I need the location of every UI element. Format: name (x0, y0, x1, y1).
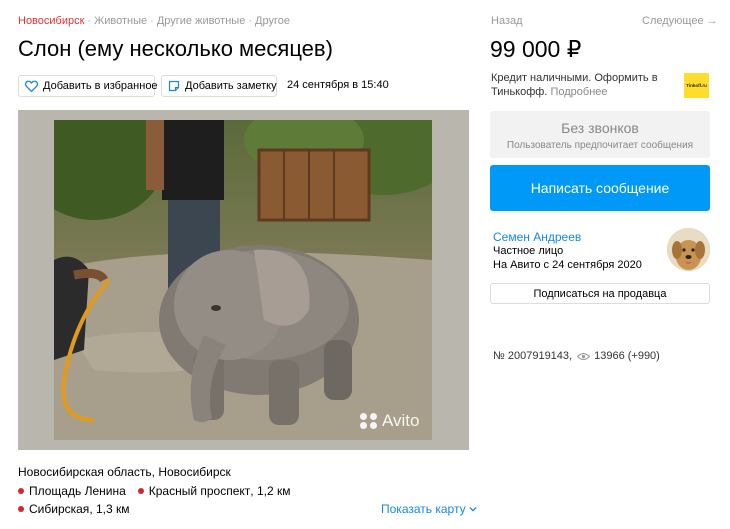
seller-avatar[interactable] (667, 228, 710, 271)
no-calls-notice: Без звонков Пользователь предпочитает со… (490, 111, 710, 158)
tinkoff-logo[interactable]: Tinkoff.ru (684, 73, 709, 98)
breadcrumb: Новосибирск · Животные · Другие животные · Дру… (18, 15, 290, 27)
add-note-label: Добавить заметку (185, 80, 277, 92)
add-note-button[interactable]: Добавить заметку (161, 75, 277, 97)
price: 99 000 ₽ (490, 36, 582, 62)
breadcrumb-item-city[interactable]: Новосибирск (18, 15, 84, 27)
metro-row: Сибирская, 1,3 км (18, 502, 130, 516)
back-link[interactable]: Назад (491, 15, 523, 27)
note-icon (168, 80, 180, 92)
seller-type: Частное лицо (493, 245, 564, 257)
posted-date: 24 сентября в 15:40 (287, 79, 389, 91)
no-calls-subtitle: Пользователь предпочитает сообщения (506, 140, 694, 151)
metro-line-icon (18, 506, 24, 512)
views-count: 13966 (+990) (594, 350, 660, 362)
seller-name-link[interactable]: Семен Андреев (493, 230, 581, 244)
heart-icon (25, 80, 38, 92)
metro-station: Площадь Ленина (29, 484, 126, 498)
ad-number: № 2007919143, (493, 350, 573, 362)
watermark-text: Avito (382, 411, 420, 430)
breadcrumb-separator: · (87, 15, 92, 27)
metro-row: Площадь Ленина Красный проспект, 1,2 км (18, 484, 290, 498)
subscribe-seller-button[interactable]: Подписаться на продавца (490, 283, 710, 304)
write-message-button[interactable]: Написать сообщение (490, 165, 710, 211)
metro-distance: 1,3 км (95, 502, 130, 516)
avito-watermark: Avito (360, 411, 420, 431)
show-map-label: Показать карту (381, 502, 466, 516)
eye-icon (577, 352, 591, 360)
next-link[interactable]: Следующее → (642, 15, 718, 27)
credit-more-link[interactable]: Подробнее (550, 86, 607, 98)
metro-distance: 1,2 км (256, 484, 291, 498)
listing-title: Слон (ему несколько месяцев) (18, 36, 333, 61)
breadcrumb-item-animals[interactable]: Животные (94, 15, 147, 27)
metro-line-icon (137, 488, 144, 494)
avito-logo-icon (360, 413, 378, 429)
dog-avatar-image (667, 228, 710, 271)
chevron-down-icon (468, 506, 477, 512)
breadcrumb-item-other[interactable]: Другое (255, 15, 290, 27)
metro-station: Красный проспект (148, 484, 251, 498)
location-address: Новосибирская область, Новосибирск (18, 465, 231, 479)
ad-stats: № 2007919143, 13966 (+990) (493, 350, 660, 362)
no-calls-title: Без звонков (561, 120, 639, 136)
breadcrumb-item-other-animals[interactable]: Другие животные (157, 15, 246, 27)
add-to-favorites-label: Добавить в избранное (43, 80, 158, 92)
credit-offer: Кредит наличными. Оформить в Тинькофф. П… (491, 71, 671, 99)
photo-gallery[interactable]: Avito (18, 110, 469, 450)
elephant-photo (54, 120, 432, 440)
metro-station: Сибирская (29, 502, 90, 516)
add-to-favorites-button[interactable]: Добавить в избранное (18, 75, 158, 97)
breadcrumb-separator: · (150, 15, 154, 27)
seller-since: На Авито с 24 сентября 2020 (493, 259, 642, 271)
metro-line-icon (18, 488, 24, 494)
breadcrumb-separator: · (248, 15, 252, 27)
show-map-link[interactable]: Показать карту (381, 502, 477, 516)
